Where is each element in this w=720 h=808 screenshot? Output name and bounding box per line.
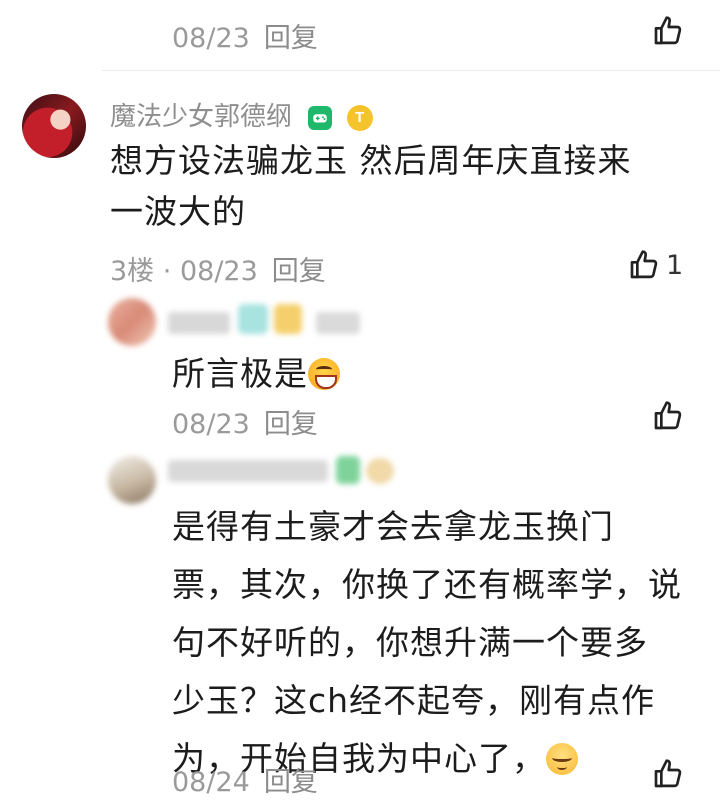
comment-header: 魔法少女郭德纲 T: [110, 96, 373, 133]
reply-button[interactable]: 回复: [264, 767, 318, 798]
comment-meta: 08/24 回复: [172, 760, 318, 799]
comment-text-line: 一波大的: [110, 192, 246, 231]
comment-meta: 3楼 · 08/23 回复: [110, 249, 326, 288]
comment-meta: 08/23 回复: [172, 16, 318, 55]
reply-content: 是得有土豪才会去拿龙玉换门 票，其次，你换了还有概率学，说 句不好听的，你想升满…: [172, 498, 702, 788]
avatar[interactable]: [108, 298, 156, 346]
reply-text-line: 票，其次，你换了还有概率学，说: [172, 565, 682, 604]
badge-blurred: [366, 458, 394, 484]
reply-text-line: 句不好听的，你想升满一个要多: [172, 623, 648, 662]
reply-button[interactable]: 回复: [264, 23, 318, 54]
coin-icon: T: [346, 104, 373, 131]
gamepad-icon: [308, 105, 333, 130]
badge-blurred: [274, 304, 302, 334]
comment-date: 08/23: [172, 23, 250, 54]
badge-blurred: [238, 304, 268, 334]
thumbs-up-icon: [630, 250, 658, 279]
reply-text-line: 少玉？这ch经不起夸，刚有点作: [172, 681, 656, 720]
thumbs-up-icon: [654, 16, 682, 45]
reply-content: 所言极是: [172, 348, 340, 399]
like-button[interactable]: 1: [628, 249, 683, 281]
badge-blurred: [336, 456, 360, 484]
reply-text: 所言极是: [172, 354, 308, 393]
thumbs-up-icon: [654, 759, 682, 788]
reply-button[interactable]: 回复: [264, 409, 318, 440]
username[interactable]: 魔法少女郭德纲: [110, 102, 292, 132]
avatar[interactable]: [108, 456, 156, 504]
comment-date: 08/23: [179, 256, 258, 287]
grinning-emoji-icon: [308, 358, 340, 390]
comment-content: 想方设法骗龙玉 然后周年庆直接来 一波大的: [110, 135, 700, 237]
username-blurred[interactable]: [168, 460, 328, 482]
comment-meta: 08/23 回复: [172, 402, 318, 441]
like-button[interactable]: [652, 400, 684, 432]
divider: [102, 70, 720, 71]
comment-date: 08/24: [172, 767, 250, 798]
relieved-emoji-icon: [546, 743, 578, 775]
avatar[interactable]: [22, 94, 86, 158]
reply-text-line: 是得有土豪才会去拿龙玉换门: [172, 507, 614, 546]
comment-text-line: 想方设法骗龙玉 然后周年庆直接来: [110, 141, 632, 180]
like-button[interactable]: [652, 15, 684, 47]
meta-separator: ·: [162, 256, 172, 287]
username-blurred[interactable]: [168, 312, 230, 334]
like-count: 1: [666, 249, 684, 281]
like-button[interactable]: [652, 758, 684, 790]
floor-number: 3楼: [110, 256, 155, 287]
reply-button[interactable]: 回复: [272, 256, 326, 287]
thumbs-up-icon: [654, 401, 682, 430]
comment-date: 08/23: [172, 409, 250, 440]
username-blurred: [316, 312, 360, 334]
